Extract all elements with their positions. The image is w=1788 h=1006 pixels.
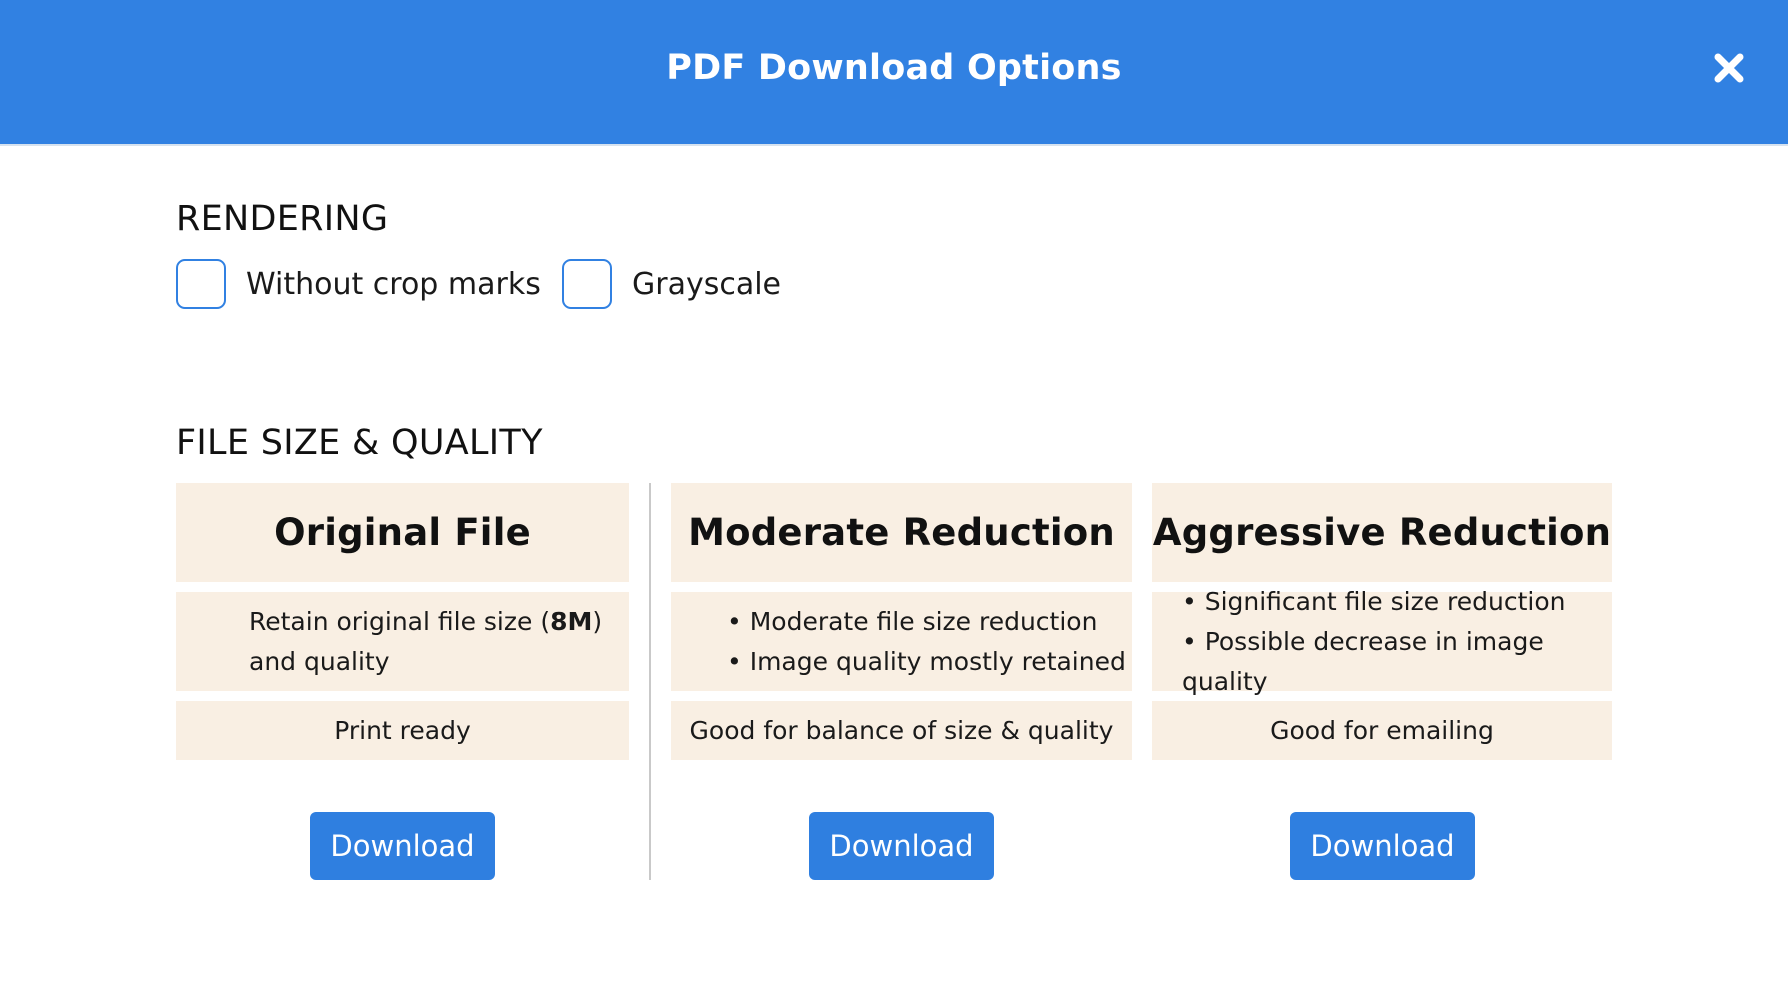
download-original-button[interactable]: Download <box>310 812 495 880</box>
description-text: Retain original file size ( <box>249 606 551 636</box>
description-line: and quality <box>249 646 390 676</box>
card-description: Retain original file size (8M) and quali… <box>176 592 629 691</box>
download-moderate-button[interactable]: Download <box>809 812 994 880</box>
card-title: Moderate Reduction <box>671 483 1132 582</box>
card-divider <box>649 483 651 880</box>
file-size-value: 8M <box>550 606 593 636</box>
description-line: Retain original file size (8M) <box>249 602 629 642</box>
grayscale-checkbox[interactable] <box>562 259 612 309</box>
download-aggressive-button[interactable]: Download <box>1290 812 1475 880</box>
close-button[interactable] <box>1709 48 1749 88</box>
card-title: Aggressive Reduction <box>1152 483 1612 582</box>
card-description: Significant file size reduction Possible… <box>1152 587 1612 696</box>
description-bullet: Moderate file size reduction <box>727 602 1132 642</box>
file-size-quality-section-title: FILE SIZE & QUALITY <box>176 423 543 463</box>
description-text: ) <box>592 606 603 636</box>
without-crop-marks-option[interactable]: Without crop marks <box>176 258 541 310</box>
card-good-for: Good for balance of size & quality <box>671 701 1132 760</box>
without-crop-marks-checkbox[interactable] <box>176 259 226 309</box>
rendering-section-title: RENDERING <box>176 199 389 239</box>
description-bullet: Possible decrease in image quality <box>1182 622 1612 702</box>
card-good-for: Print ready <box>176 701 629 760</box>
card-title: Original File <box>176 483 629 582</box>
grayscale-label[interactable]: Grayscale <box>632 267 781 302</box>
close-icon <box>1714 53 1744 83</box>
dialog-title: PDF Download Options <box>666 48 1122 88</box>
description-bullet: Image quality mostly retained <box>727 642 1132 682</box>
description-bullet: Significant file size reduction <box>1182 582 1612 622</box>
dialog-header: PDF Download Options <box>0 0 1788 146</box>
card-good-for: Good for emailing <box>1152 701 1612 760</box>
card-description: Moderate file size reduction Image quali… <box>671 592 1132 691</box>
pdf-download-options-dialog: PDF Download Options RENDERING Without c… <box>0 0 1788 1006</box>
grayscale-option[interactable]: Grayscale <box>562 258 781 310</box>
without-crop-marks-label[interactable]: Without crop marks <box>246 267 541 302</box>
